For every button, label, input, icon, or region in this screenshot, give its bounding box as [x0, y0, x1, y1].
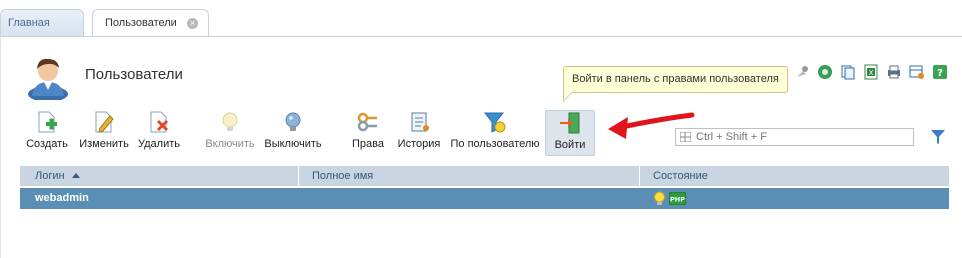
- close-icon[interactable]: ×: [187, 18, 198, 29]
- filter-icon[interactable]: [931, 129, 945, 145]
- php-icon: PHP: [669, 192, 686, 205]
- column-login-label: Логин: [35, 170, 65, 182]
- keys-icon: [357, 112, 377, 132]
- tab-home-label: Главная: [8, 17, 50, 29]
- copy-icon[interactable]: [840, 64, 856, 80]
- user-filter-icon: [483, 112, 506, 133]
- column-full-name-label: Полное имя: [312, 170, 374, 182]
- login-door-icon: [560, 112, 580, 134]
- enable-label: Включить: [205, 138, 255, 150]
- svg-text:?: ?: [937, 68, 943, 79]
- history-label: История: [397, 138, 441, 150]
- delete-button[interactable]: Удалить: [136, 110, 182, 156]
- cell-login: webadmin: [35, 192, 89, 204]
- delete-icon: [150, 111, 169, 133]
- tab-users[interactable]: Пользователи ×: [92, 9, 209, 37]
- top-actions: X ?: [794, 64, 948, 82]
- tab-bar: Главная Пользователи ×: [0, 0, 962, 37]
- grid-search-icon: [680, 132, 691, 142]
- column-status-label: Состояние: [653, 170, 708, 182]
- search-box[interactable]: [675, 128, 914, 146]
- table-row[interactable]: webadmin PHP: [20, 188, 949, 209]
- page-title: Пользователи: [85, 66, 183, 83]
- tab-home[interactable]: Главная: [0, 9, 84, 36]
- disable-label: Выключить: [264, 138, 322, 150]
- bulb-blue-icon: [285, 112, 301, 131]
- search-input[interactable]: [696, 130, 908, 144]
- bulb-on-icon: [654, 191, 665, 205]
- print-icon[interactable]: [886, 64, 902, 80]
- history-icon: [411, 112, 429, 132]
- edit-button[interactable]: Изменить: [77, 110, 131, 156]
- tooltip-tail-fill: [564, 92, 572, 100]
- create-icon: [38, 111, 57, 133]
- create-button[interactable]: Создать: [24, 110, 70, 156]
- login-as-user-button[interactable]: Войти: [545, 110, 595, 156]
- bulb-off-icon: [222, 112, 238, 131]
- table-header: Логин Полное имя Состояние: [20, 166, 949, 186]
- table-settings-icon[interactable]: [909, 64, 925, 80]
- filter-by-user-button[interactable]: По пользователю: [450, 110, 540, 156]
- delete-label: Удалить: [138, 138, 180, 150]
- svg-text:X: X: [869, 69, 874, 77]
- rights-button[interactable]: Права: [349, 110, 387, 156]
- cell-status: PHP: [653, 191, 686, 206]
- pin-icon[interactable]: [794, 64, 810, 80]
- disable-button[interactable]: Выключить: [264, 110, 322, 156]
- rights-label: Права: [352, 138, 384, 150]
- sort-asc-icon: [71, 173, 80, 178]
- history-button[interactable]: История: [396, 110, 442, 156]
- globe-settings-icon[interactable]: [817, 64, 833, 80]
- edit-label: Изменить: [79, 138, 129, 150]
- column-header-full-name[interactable]: Полное имя: [298, 166, 639, 186]
- filter-by-user-label: По пользователю: [450, 138, 540, 150]
- column-header-status[interactable]: Состояние: [639, 166, 949, 186]
- help-icon[interactable]: ?: [932, 64, 948, 80]
- svg-text:PHP: PHP: [670, 196, 685, 204]
- edit-icon: [95, 111, 114, 133]
- login-tooltip: Войти в панель с правами пользователя: [563, 66, 788, 93]
- users-avatar-icon: [28, 58, 68, 100]
- create-label: Создать: [26, 138, 68, 150]
- tab-users-label: Пользователи: [105, 17, 177, 29]
- column-header-login[interactable]: Логин: [20, 166, 298, 186]
- enable-button[interactable]: Включить: [203, 110, 257, 156]
- login-label: Войти: [554, 139, 586, 151]
- excel-icon[interactable]: X: [863, 64, 879, 80]
